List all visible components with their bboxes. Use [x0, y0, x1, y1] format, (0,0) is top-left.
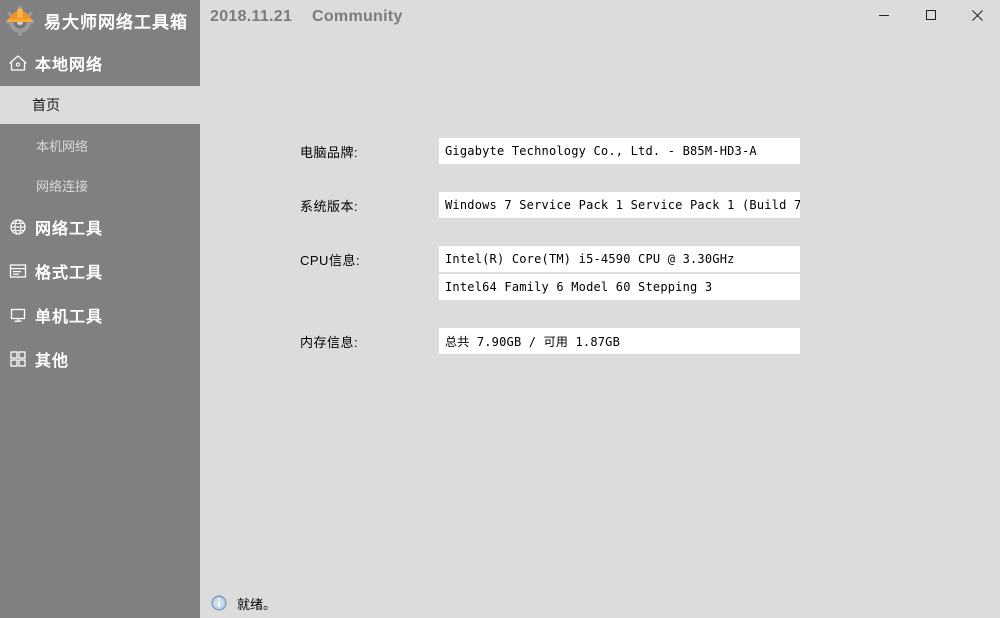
minimize-icon [879, 15, 889, 16]
brand-header: 易大师网络工具箱 [0, 0, 200, 40]
brand-title: 易大师网络工具箱 [44, 12, 188, 32]
field-value: 总共 7.90GB / 可用 1.87GB [445, 334, 621, 349]
label-memory-info: 内存信息: [300, 335, 359, 350]
field-value: Intel64 Family 6 Model 60 Stepping 3 [445, 280, 713, 294]
close-icon [971, 9, 983, 21]
sidebar-item-network-connections[interactable]: 网络连接 [0, 172, 200, 198]
label-computer-brand: 电脑品牌: [300, 145, 359, 160]
sidebar-item-label: 首页 [32, 97, 60, 113]
field-cpu-info-line1[interactable]: Intel(R) Core(TM) i5-4590 CPU @ 3.30GHz [439, 246, 800, 272]
sidebar-group-network-tools[interactable]: 网络工具 [0, 210, 200, 244]
home-icon [9, 55, 27, 71]
field-value: Gigabyte Technology Co., Ltd. - B85M-HD3… [445, 144, 757, 158]
close-button[interactable] [954, 0, 1000, 30]
monitor-icon [10, 308, 26, 322]
title-bar: 2018.11.21 Community [200, 0, 1000, 40]
field-system-version[interactable]: Windows 7 Service Pack 1 Service Pack 1 … [439, 192, 800, 218]
hardhat-gear-icon [6, 6, 34, 36]
main-content: 电脑品牌: Gigabyte Technology Co., Ltd. - B8… [200, 40, 1000, 618]
field-memory-info[interactable]: 总共 7.90GB / 可用 1.87GB [439, 328, 800, 354]
maximize-button[interactable] [908, 0, 954, 30]
field-value: Windows 7 Service Pack 1 Service Pack 1 … [445, 198, 800, 212]
sidebar-group-label: 网络工具 [35, 221, 104, 238]
sidebar-item-local-nic[interactable]: 本机网络 [0, 132, 200, 158]
label-system-version: 系统版本: [300, 199, 359, 214]
grid-icon [10, 351, 26, 367]
sidebar-item-label: 网络连接 [36, 178, 89, 194]
application-window: 易大师网络工具箱 本地网络 首页 本机网络 网络连接 网络工具 格式工具 单机工… [0, 0, 1000, 618]
status-text: 就绪。 [237, 596, 277, 612]
sidebar-group-label: 其他 [35, 353, 70, 370]
field-cpu-info-line2[interactable]: Intel64 Family 6 Model 60 Stepping 3 [439, 274, 800, 300]
sidebar-group-label: 本地网络 [35, 57, 104, 74]
status-bar: 就绪。 [200, 588, 1000, 618]
field-value: Intel(R) Core(TM) i5-4590 CPU @ 3.30GHz [445, 252, 735, 266]
sidebar-group-standalone-tools[interactable]: 单机工具 [0, 298, 200, 332]
title-edition: Community [312, 8, 403, 25]
sidebar: 易大师网络工具箱 本地网络 首页 本机网络 网络连接 网络工具 格式工具 单机工… [0, 0, 200, 618]
sidebar-item-home[interactable]: 首页 [0, 86, 200, 124]
sidebar-group-format-tools[interactable]: 格式工具 [0, 254, 200, 288]
sidebar-group-local-network[interactable]: 本地网络 [0, 46, 200, 80]
field-computer-brand[interactable]: Gigabyte Technology Co., Ltd. - B85M-HD3… [439, 138, 800, 164]
sidebar-group-other[interactable]: 其他 [0, 342, 200, 376]
label-cpu-info: CPU信息: [300, 253, 361, 268]
form-icon [9, 264, 27, 278]
maximize-icon [926, 10, 936, 20]
title-version: 2018.11.21 [210, 8, 293, 25]
minimize-button[interactable] [861, 0, 907, 30]
sidebar-group-label: 格式工具 [35, 265, 104, 282]
globe-icon [10, 219, 26, 235]
sidebar-item-label: 本机网络 [36, 138, 89, 154]
info-icon [211, 595, 227, 611]
sidebar-group-label: 单机工具 [35, 309, 104, 326]
